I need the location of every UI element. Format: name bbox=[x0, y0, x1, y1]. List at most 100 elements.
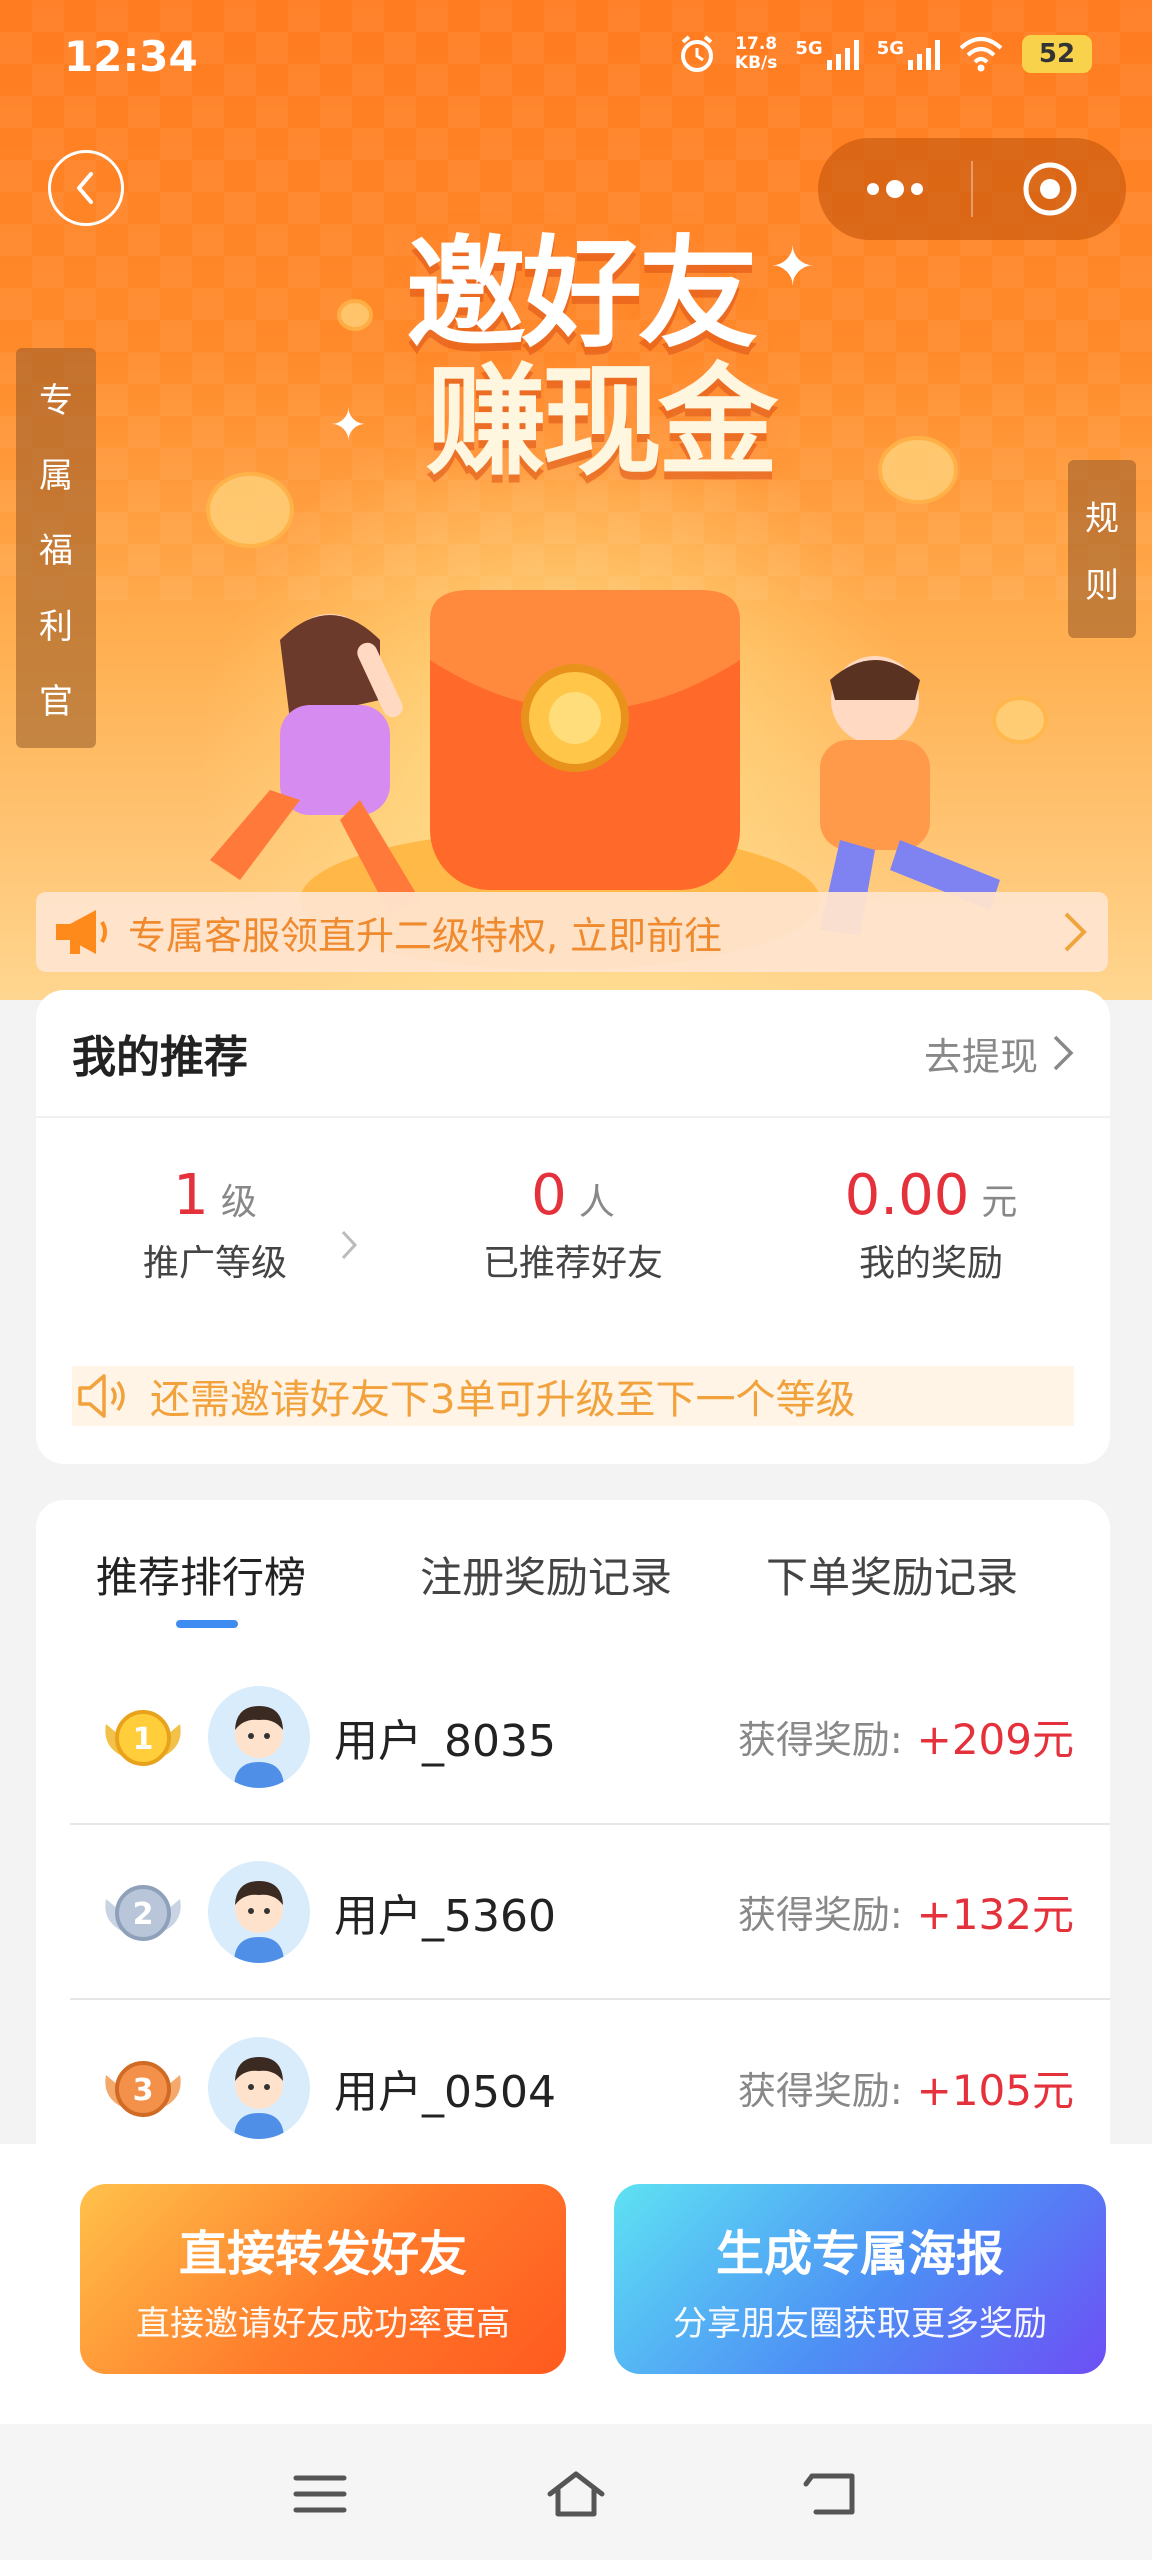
medal-rank: 3 bbox=[133, 2073, 154, 2108]
side-tab-char: 官 bbox=[39, 681, 73, 722]
list-item[interactable]: 3 用户_0504 获得奖励: +105元 bbox=[70, 2000, 1110, 2160]
wifi-icon bbox=[959, 37, 1003, 72]
speaker-icon bbox=[78, 1374, 125, 1418]
chevron-right-icon bbox=[1064, 912, 1087, 952]
more-dots-icon bbox=[866, 180, 923, 198]
tab-order-rewards[interactable]: 下单奖励记录 bbox=[766, 1544, 1018, 1605]
net-speed: 17.8 KB/s bbox=[735, 35, 777, 73]
silver-medal-icon: 2 bbox=[105, 1884, 181, 1941]
hero-title-line2: 赚现金 bbox=[426, 351, 778, 492]
miniprogram-capsule bbox=[818, 138, 1126, 240]
more-button[interactable] bbox=[818, 138, 971, 240]
signal-strength-1: 5G bbox=[795, 38, 859, 70]
reward-amount: +132元 bbox=[916, 1890, 1074, 1939]
status-time: 12:34 bbox=[64, 32, 198, 81]
reward-label: 获得奖励: bbox=[737, 1718, 903, 1762]
side-tab-char: 利 bbox=[39, 606, 73, 647]
stat-unit: 人 bbox=[578, 1181, 615, 1223]
signal-strength-2: 5G bbox=[877, 38, 940, 70]
stat-my-reward: 0.00 元 我的奖励 bbox=[752, 1163, 1110, 1286]
hero-title: 邀好友 赚现金 bbox=[300, 230, 860, 486]
status-icons: 17.8 KB/s 5G 5G 52 bbox=[677, 34, 1092, 74]
chevron-right-icon bbox=[1053, 1035, 1074, 1071]
user-name: 用户_0504 bbox=[334, 2066, 556, 2118]
back-button[interactable] bbox=[48, 150, 124, 226]
medal-rank: 1 bbox=[133, 1722, 154, 1757]
withdraw-label: 去提现 bbox=[923, 1034, 1038, 1079]
gold-medal-icon: 1 bbox=[105, 1709, 181, 1766]
avatar-icon bbox=[234, 1880, 284, 1963]
notice-bar[interactable]: 专属客服领直升二级特权, 立即前往 bbox=[36, 892, 1108, 972]
stat-value: 0 bbox=[531, 1162, 567, 1228]
hero-title-line1: 邀好友 bbox=[406, 223, 758, 364]
side-tab-char: 属 bbox=[39, 456, 73, 497]
side-tab-char: 则 bbox=[1085, 566, 1119, 606]
user-name: 用户_5360 bbox=[334, 1890, 556, 1942]
upgrade-tip: 还需邀请好友下3单可升级至下一个等级 bbox=[72, 1366, 1074, 1426]
red-envelope-icon bbox=[430, 590, 740, 890]
notice-text: 专属客服领直升二级特权, 立即前往 bbox=[128, 913, 723, 958]
my-recommend-header: 我的推荐 去提现 bbox=[36, 990, 1110, 1118]
close-miniprogram-button[interactable] bbox=[973, 138, 1126, 240]
stats-row: 1 级 推广等级 0 人 已推荐好友 0.00 元 我的奖励 bbox=[36, 1118, 1110, 1330]
target-icon bbox=[1023, 162, 1076, 216]
tab-register-rewards[interactable]: 注册奖励记录 bbox=[420, 1544, 672, 1605]
share-button-subtitle: 直接邀请好友成功率更高 bbox=[136, 2303, 510, 2344]
stat-label: 推广等级 bbox=[142, 1242, 287, 1284]
avatar-icon bbox=[234, 1705, 284, 1788]
stat-level[interactable]: 1 级 推广等级 bbox=[36, 1163, 394, 1286]
net-speed-unit: KB/s bbox=[734, 53, 778, 73]
reward-amount: +209元 bbox=[916, 1715, 1074, 1764]
bronze-medal-icon: 3 bbox=[105, 2060, 181, 2117]
back-arrow-icon bbox=[77, 172, 93, 204]
generate-poster-button[interactable]: 生成专属海报 分享朋友圈获取更多奖励 bbox=[614, 2184, 1106, 2374]
stat-label: 我的奖励 bbox=[858, 1242, 1003, 1284]
reward-amount: +105元 bbox=[916, 2066, 1074, 2115]
tab-active-indicator bbox=[176, 1620, 238, 1628]
poster-button-title: 生成专属海报 bbox=[715, 2225, 1004, 2282]
menu-icon[interactable] bbox=[290, 2468, 350, 2520]
alarm-icon bbox=[680, 35, 713, 72]
tab-ranking[interactable]: 推荐排行榜 bbox=[96, 1544, 306, 1605]
avatar bbox=[208, 1860, 310, 1963]
stat-value: 0.00 bbox=[844, 1162, 970, 1228]
side-tab-char: 规 bbox=[1085, 499, 1119, 539]
battery-indicator: 52 bbox=[1022, 35, 1092, 73]
list-item[interactable]: 2 用户_5360 获得奖励: +132元 bbox=[70, 1825, 1110, 2000]
signal-label: 5G bbox=[795, 38, 823, 59]
exclusive-welfare-tab[interactable]: 专 属 福 利 官 bbox=[16, 348, 96, 748]
side-tab-char: 专 bbox=[39, 381, 73, 422]
system-nav-bar bbox=[0, 2424, 1152, 2560]
my-recommend-card: 我的推荐 去提现 1 级 推广等级 0 人 已推荐好友 0.00 元 我的奖励 … bbox=[36, 990, 1110, 1464]
ranking-tabs: 推荐排行榜 注册奖励记录 下单奖励记录 bbox=[36, 1500, 1110, 1650]
signal-label: 5G bbox=[876, 38, 904, 59]
net-speed-value: 17.8 bbox=[735, 34, 778, 54]
stat-unit: 级 bbox=[220, 1181, 257, 1223]
upgrade-tip-text: 还需邀请好友下3单可升级至下一个等级 bbox=[150, 1377, 856, 1423]
share-button-title: 直接转发好友 bbox=[178, 2225, 467, 2282]
ranking-card: 推荐排行榜 注册奖励记录 下单奖励记录 1 用户_8035 获得奖励: +209… bbox=[36, 1500, 1110, 2160]
stat-unit: 元 bbox=[981, 1181, 1018, 1223]
medal-rank: 2 bbox=[133, 1897, 154, 1932]
poster-button-subtitle: 分享朋友圈获取更多奖励 bbox=[673, 2303, 1047, 2344]
share-to-friend-button[interactable]: 直接转发好友 直接邀请好友成功率更高 bbox=[80, 2184, 566, 2374]
home-icon[interactable] bbox=[546, 2468, 606, 2520]
back-icon[interactable] bbox=[802, 2468, 862, 2520]
megaphone-icon bbox=[56, 910, 107, 954]
girl-figure bbox=[210, 614, 420, 915]
user-name: 用户_8035 bbox=[334, 1715, 556, 1767]
reward-label: 获得奖励: bbox=[737, 1893, 903, 1937]
avatar-icon bbox=[234, 2056, 284, 2139]
avatar bbox=[208, 1685, 310, 1788]
withdraw-link[interactable]: 去提现 bbox=[924, 1026, 1074, 1081]
bottom-action-area: 直接转发好友 直接邀请好友成功率更高 生成专属海报 分享朋友圈获取更多奖励 bbox=[0, 2144, 1152, 2424]
stat-value: 1 bbox=[173, 1162, 209, 1228]
stat-label: 已推荐好友 bbox=[482, 1242, 663, 1284]
list-item[interactable]: 1 用户_8035 获得奖励: +209元 bbox=[70, 1650, 1110, 1825]
avatar bbox=[208, 2036, 310, 2139]
rules-tab[interactable]: 规 则 bbox=[1068, 460, 1136, 638]
my-recommend-title: 我的推荐 bbox=[72, 1032, 248, 1083]
reward-label: 获得奖励: bbox=[737, 2069, 903, 2113]
chevron-right-icon bbox=[341, 1230, 358, 1259]
stat-referred-friends: 0 人 已推荐好友 bbox=[394, 1163, 752, 1286]
